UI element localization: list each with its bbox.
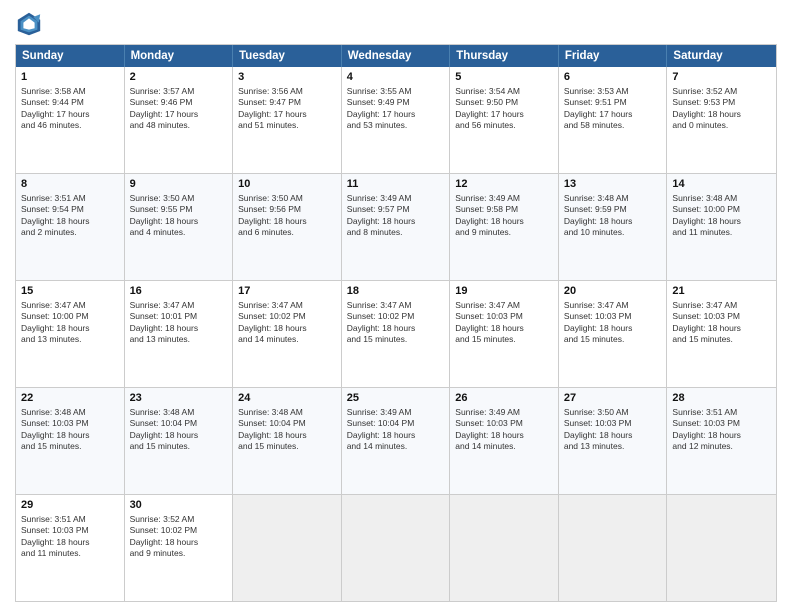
calendar-cell: 9Sunrise: 3:50 AMSunset: 9:55 PMDaylight… (125, 174, 234, 280)
calendar-cell: 4Sunrise: 3:55 AMSunset: 9:49 PMDaylight… (342, 67, 451, 173)
calendar-cell: 1Sunrise: 3:58 AMSunset: 9:44 PMDaylight… (16, 67, 125, 173)
calendar: SundayMondayTuesdayWednesdayThursdayFrid… (15, 44, 777, 602)
calendar-cell: 27Sunrise: 3:50 AMSunset: 10:03 PMDaylig… (559, 388, 668, 494)
calendar-cell: 8Sunrise: 3:51 AMSunset: 9:54 PMDaylight… (16, 174, 125, 280)
calendar-cell: 10Sunrise: 3:50 AMSunset: 9:56 PMDayligh… (233, 174, 342, 280)
calendar-header-cell: Saturday (667, 45, 776, 67)
calendar-row: 1Sunrise: 3:58 AMSunset: 9:44 PMDaylight… (16, 67, 776, 173)
calendar-cell: 16Sunrise: 3:47 AMSunset: 10:01 PMDaylig… (125, 281, 234, 387)
logo-icon (15, 10, 43, 38)
calendar-cell: 19Sunrise: 3:47 AMSunset: 10:03 PMDaylig… (450, 281, 559, 387)
calendar-cell: 11Sunrise: 3:49 AMSunset: 9:57 PMDayligh… (342, 174, 451, 280)
calendar-row: 15Sunrise: 3:47 AMSunset: 10:00 PMDaylig… (16, 280, 776, 387)
calendar-cell: 21Sunrise: 3:47 AMSunset: 10:03 PMDaylig… (667, 281, 776, 387)
calendar-row: 8Sunrise: 3:51 AMSunset: 9:54 PMDaylight… (16, 173, 776, 280)
calendar-header-cell: Thursday (450, 45, 559, 67)
calendar-cell: 3Sunrise: 3:56 AMSunset: 9:47 PMDaylight… (233, 67, 342, 173)
calendar-cell: 26Sunrise: 3:49 AMSunset: 10:03 PMDaylig… (450, 388, 559, 494)
calendar-cell (559, 495, 668, 601)
calendar-cell: 6Sunrise: 3:53 AMSunset: 9:51 PMDaylight… (559, 67, 668, 173)
logo (15, 10, 47, 38)
calendar-header-cell: Wednesday (342, 45, 451, 67)
calendar-cell (342, 495, 451, 601)
calendar-cell: 5Sunrise: 3:54 AMSunset: 9:50 PMDaylight… (450, 67, 559, 173)
calendar-header-cell: Sunday (16, 45, 125, 67)
calendar-cell: 24Sunrise: 3:48 AMSunset: 10:04 PMDaylig… (233, 388, 342, 494)
header (15, 10, 777, 38)
calendar-row: 29Sunrise: 3:51 AMSunset: 10:03 PMDaylig… (16, 494, 776, 601)
calendar-cell: 18Sunrise: 3:47 AMSunset: 10:02 PMDaylig… (342, 281, 451, 387)
calendar-cell: 7Sunrise: 3:52 AMSunset: 9:53 PMDaylight… (667, 67, 776, 173)
calendar-cell: 30Sunrise: 3:52 AMSunset: 10:02 PMDaylig… (125, 495, 234, 601)
calendar-cell: 15Sunrise: 3:47 AMSunset: 10:00 PMDaylig… (16, 281, 125, 387)
calendar-header-cell: Tuesday (233, 45, 342, 67)
calendar-cell: 17Sunrise: 3:47 AMSunset: 10:02 PMDaylig… (233, 281, 342, 387)
calendar-cell (233, 495, 342, 601)
calendar-cell (667, 495, 776, 601)
calendar-cell: 12Sunrise: 3:49 AMSunset: 9:58 PMDayligh… (450, 174, 559, 280)
calendar-header: SundayMondayTuesdayWednesdayThursdayFrid… (16, 45, 776, 67)
calendar-cell: 14Sunrise: 3:48 AMSunset: 10:00 PMDaylig… (667, 174, 776, 280)
calendar-cell: 20Sunrise: 3:47 AMSunset: 10:03 PMDaylig… (559, 281, 668, 387)
calendar-header-cell: Friday (559, 45, 668, 67)
calendar-cell (450, 495, 559, 601)
page: SundayMondayTuesdayWednesdayThursdayFrid… (0, 0, 792, 612)
calendar-cell: 28Sunrise: 3:51 AMSunset: 10:03 PMDaylig… (667, 388, 776, 494)
calendar-body: 1Sunrise: 3:58 AMSunset: 9:44 PMDaylight… (16, 67, 776, 601)
calendar-row: 22Sunrise: 3:48 AMSunset: 10:03 PMDaylig… (16, 387, 776, 494)
calendar-cell: 29Sunrise: 3:51 AMSunset: 10:03 PMDaylig… (16, 495, 125, 601)
calendar-cell: 23Sunrise: 3:48 AMSunset: 10:04 PMDaylig… (125, 388, 234, 494)
calendar-header-cell: Monday (125, 45, 234, 67)
calendar-cell: 13Sunrise: 3:48 AMSunset: 9:59 PMDayligh… (559, 174, 668, 280)
calendar-cell: 2Sunrise: 3:57 AMSunset: 9:46 PMDaylight… (125, 67, 234, 173)
calendar-cell: 25Sunrise: 3:49 AMSunset: 10:04 PMDaylig… (342, 388, 451, 494)
calendar-cell: 22Sunrise: 3:48 AMSunset: 10:03 PMDaylig… (16, 388, 125, 494)
